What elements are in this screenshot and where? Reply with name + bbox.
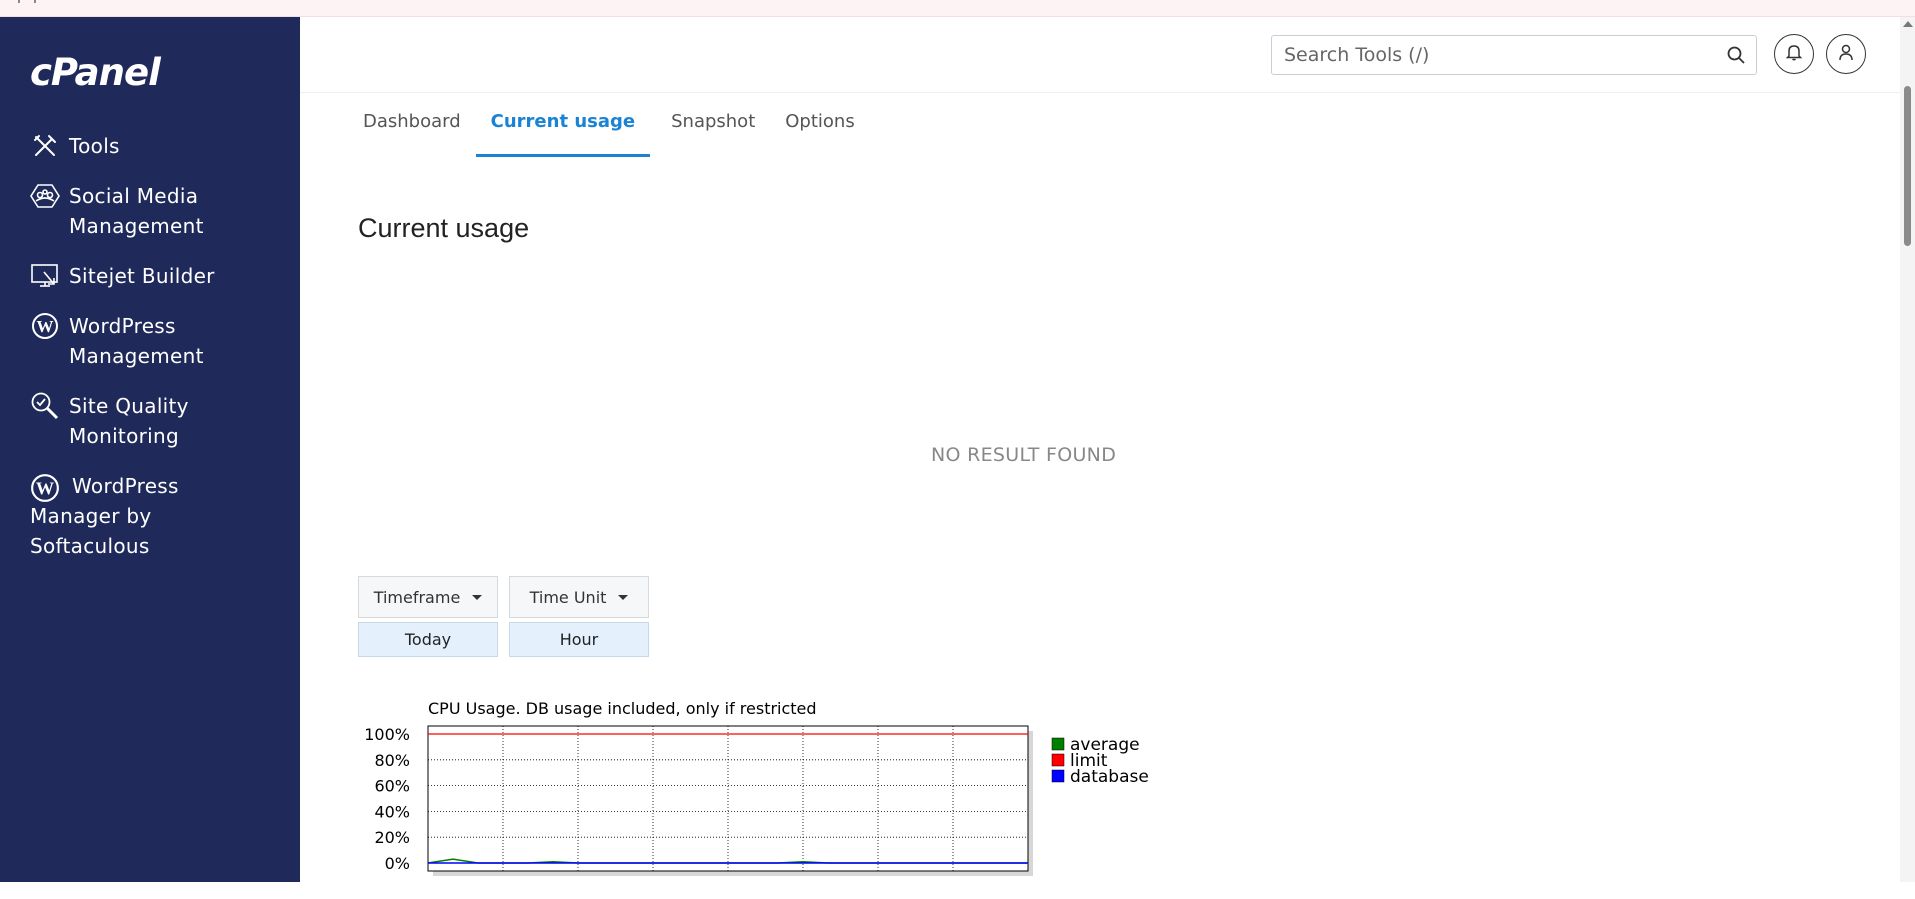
social-media-icon xyxy=(30,181,60,211)
sidebar-item-wordpress-management[interactable]: W WordPress Management xyxy=(0,311,300,371)
bell-icon xyxy=(1785,43,1803,66)
y-tick-label: 80% xyxy=(374,751,410,770)
sidebar-item-site-quality[interactable]: Site Quality Monitoring xyxy=(0,391,300,451)
cpu-usage-chart: CPU Usage. DB usage included, only if re… xyxy=(364,699,1149,876)
tab-current-usage[interactable]: Current usage xyxy=(475,107,651,157)
sidebar-item-tools[interactable]: Tools xyxy=(0,131,300,161)
search-box[interactable] xyxy=(1271,35,1757,75)
timeframe-value[interactable]: Today xyxy=(358,622,498,657)
sidebar-item-wordpress-softaculous[interactable]: W WordPress Manager by Softaculous xyxy=(0,471,300,561)
top-header xyxy=(300,17,1900,93)
search-input[interactable] xyxy=(1282,43,1706,67)
tab-dashboard[interactable]: Dashboard xyxy=(357,107,467,154)
scrollbar-thumb[interactable] xyxy=(1904,86,1911,246)
caret-down-icon xyxy=(618,594,629,600)
page-scrollbar[interactable] xyxy=(1900,17,1915,882)
y-tick-label: 20% xyxy=(374,828,410,847)
main-content: Dashboard Current usage Snapshot Options… xyxy=(300,17,1915,882)
y-tick-label: 100% xyxy=(364,725,410,744)
legend-swatch-database xyxy=(1051,769,1065,783)
sidebar-item-label: Tools xyxy=(69,134,120,158)
sidebar-item-label: WordPress Management xyxy=(69,314,204,368)
tab-options[interactable]: Options xyxy=(779,107,860,154)
user-menu-button[interactable] xyxy=(1826,34,1866,74)
y-tick-label: 60% xyxy=(374,777,410,796)
tab-strip-icon xyxy=(18,0,36,3)
sitejet-icon xyxy=(30,261,60,291)
tab-bar: Dashboard Current usage Snapshot Options xyxy=(357,107,879,157)
notifications-button[interactable] xyxy=(1774,34,1814,74)
tab-snapshot[interactable]: Snapshot xyxy=(665,107,761,154)
tools-icon xyxy=(30,131,60,161)
y-tick-label: 0% xyxy=(385,854,410,873)
sidebar-item-label: Site Quality Monitoring xyxy=(69,394,189,448)
wordpress-icon: W xyxy=(30,473,60,503)
sidebar-item-sitejet[interactable]: Sitejet Builder xyxy=(0,261,300,291)
caret-down-icon xyxy=(472,594,483,600)
chart-title: CPU Usage. DB usage included, only if re… xyxy=(428,699,817,718)
sidebar-item-label: Sitejet Builder xyxy=(69,264,215,288)
user-icon xyxy=(1837,43,1855,66)
time-unit-label: Time Unit xyxy=(529,587,607,607)
wordpress-icon: W xyxy=(30,311,60,341)
search-icon[interactable] xyxy=(1726,45,1746,65)
cpanel-logo[interactable]: cPanel xyxy=(30,51,161,94)
y-tick-label: 40% xyxy=(374,802,410,821)
timeframe-dropdown[interactable]: Timeframe xyxy=(358,576,498,618)
scroll-up-arrow-icon[interactable] xyxy=(1903,21,1913,27)
legend-label-database: database xyxy=(1070,767,1149,787)
time-unit-dropdown[interactable]: Time Unit xyxy=(509,576,649,618)
svg-text:W: W xyxy=(36,478,54,498)
sidebar: cPanel Tools Social Media Management Sit… xyxy=(0,17,300,882)
page-title: Current usage xyxy=(358,213,530,243)
sidebar-item-label: Social Media Management xyxy=(69,184,204,238)
browser-top-strip xyxy=(0,0,1915,17)
legend-swatch-average xyxy=(1051,737,1065,751)
time-unit-value[interactable]: Hour xyxy=(509,622,649,657)
site-quality-icon xyxy=(30,391,60,421)
sidebar-item-social-media[interactable]: Social Media Management xyxy=(0,181,300,241)
legend-swatch-limit xyxy=(1051,753,1065,767)
no-result-message: NO RESULT FOUND xyxy=(931,444,1117,466)
sidebar-nav: Tools Social Media Management Sitejet Bu… xyxy=(0,131,300,581)
svg-text:W: W xyxy=(37,317,54,336)
timeframe-label: Timeframe xyxy=(373,587,461,607)
